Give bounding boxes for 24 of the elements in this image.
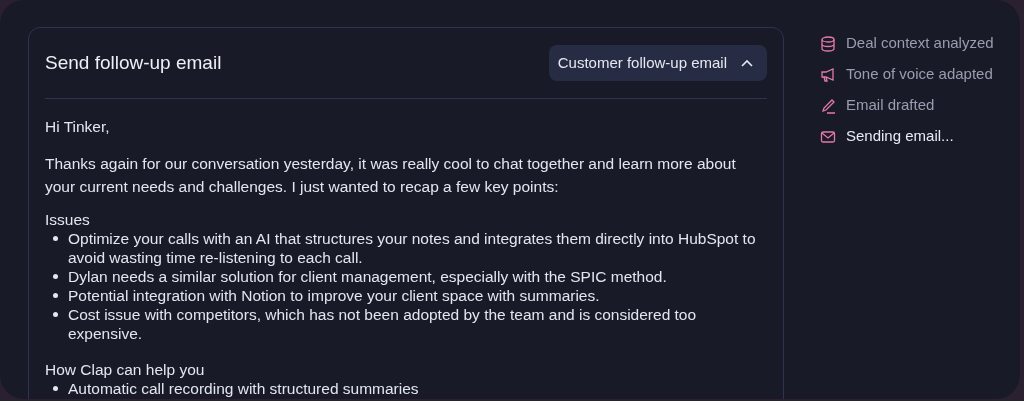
pen-icon [820, 97, 836, 114]
section-heading: How Clap can help you [45, 360, 206, 379]
bullet-icon [53, 274, 58, 279]
template-dropdown[interactable]: Customer follow-up email [548, 45, 767, 81]
step-label: Deal context analyzed [846, 33, 994, 54]
bullet-icon [53, 312, 58, 317]
bullet-icon [53, 293, 58, 298]
bullet-text: Optimize your calls with an AI that structures your notes and integrates them directly into HubSpot to avoid wasting time re-listening to each call. [68, 229, 757, 267]
step-label: Sending email... [846, 126, 954, 147]
step-label: Tone of voice adapted [846, 64, 993, 85]
card-title: Send follow-up email [45, 50, 222, 75]
step-label: Email drafted [846, 95, 935, 116]
mail-icon [820, 128, 836, 145]
megaphone-icon [820, 66, 836, 83]
greeting-text: Hi Tinker, [45, 117, 111, 137]
section-heading: Issues [45, 210, 91, 229]
bullet-icon [53, 386, 58, 391]
database-icon [820, 35, 836, 52]
bullet-text: Automatic call recording with structured summaries [68, 379, 419, 398]
bullet-text: Dylan needs a similar solution for client management, especially with the SPIC method. [68, 267, 667, 286]
bullet-text: Cost issue with competitors, which has not been adopted by the team and is considered too expensive. [68, 305, 698, 343]
bullet-icon [53, 236, 58, 241]
intro-paragraph: Thanks again for our conversation yesterday, it was really cool to chat together and learn more about your current needs and challenges. I just wanted to recap a few key points: [45, 154, 737, 197]
bullet-text: Potential integration with Notion to improve your client space with summaries. [68, 286, 600, 305]
